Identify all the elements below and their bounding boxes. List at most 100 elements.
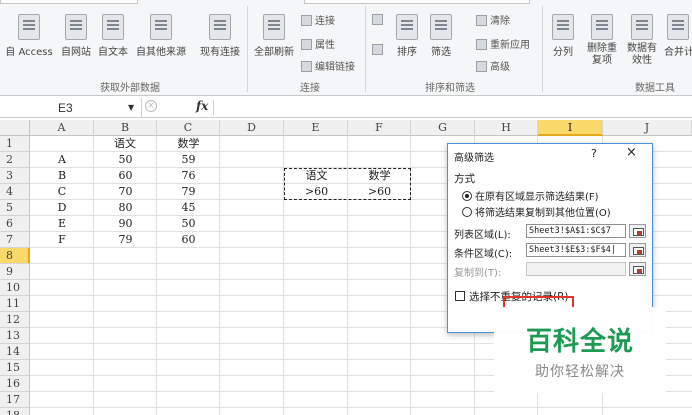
method-label: 方式 [454,173,475,185]
criteria-range-input[interactable]: Sheet3!$E$3:$F$4| [526,243,626,257]
column-header-B[interactable]: B [94,120,157,136]
clear-filter-button[interactable]: 清除 [476,12,510,27]
existing-connections-button[interactable]: 现有连接 [196,14,244,58]
column-header-A[interactable]: A [30,120,94,136]
row-header-15[interactable]: 15 [0,360,30,376]
column-header-H[interactable]: H [475,120,538,136]
from-web-button[interactable]: 自网站 [58,14,94,58]
criteria-range-label: 条件区域(C): [454,249,513,260]
cell-C1[interactable]: 数学 [157,136,220,152]
sort-az-button[interactable] [372,14,386,26]
column-header-D[interactable]: D [220,120,284,136]
properties-button[interactable]: 属性 [301,36,335,51]
cell-A7[interactable]: F [30,232,94,248]
help-icon[interactable]: ? [591,147,597,160]
column-header-C[interactable]: C [157,120,220,136]
cell-C6[interactable]: 50 [157,216,220,232]
advanced-filter-button[interactable]: 高级 [476,58,510,73]
column-header-J[interactable]: J [603,120,692,136]
cell-C2[interactable]: 59 [157,152,220,168]
row-header-14[interactable]: 14 [0,344,30,360]
group-divider [542,6,543,92]
list-range-input[interactable]: Sheet3!$A$1:$C$7 [526,224,626,238]
existing-connections-icon [209,14,231,40]
remove-duplicates-button[interactable]: 删除重复项 [582,14,622,67]
cell-B7[interactable]: 79 [94,232,157,248]
cell-C5[interactable]: 45 [157,200,220,216]
row-header-10[interactable]: 10 [0,280,30,296]
cell-B6[interactable]: 90 [94,216,157,232]
cell-A3[interactable]: B [30,168,94,184]
data-validation-button[interactable]: 数据有效性 [622,14,662,67]
chevron-down-icon[interactable]: ▼ [128,103,134,112]
from-other-sources-button[interactable]: 自其他来源 [132,14,190,58]
row-header-11[interactable]: 11 [0,296,30,312]
collapse-dialog-icon[interactable] [629,224,646,238]
cell-A5[interactable]: D [30,200,94,216]
column-header-F[interactable]: F [348,120,411,136]
reapply-filter-button[interactable]: 重新应用 [476,36,530,51]
cell-B4[interactable]: 70 [94,184,157,200]
row-header-13[interactable]: 13 [0,328,30,344]
select-all-corner[interactable] [0,120,30,136]
cancel-icon[interactable]: × [145,100,157,112]
radio-checked-icon[interactable] [462,191,472,201]
row-header-6[interactable]: 6 [0,216,30,232]
clear-filter-icon [476,15,487,26]
row-header-5[interactable]: 5 [0,200,30,216]
collapse-dialog-icon[interactable] [629,262,646,276]
text-file-icon [102,14,124,40]
cell-F4[interactable]: >60 [348,184,411,200]
row-header-1[interactable]: 1 [0,136,30,152]
consolidate-button[interactable]: 合并计 [664,14,692,58]
checkbox-icon[interactable] [455,291,465,301]
from-access-button[interactable]: 自 Access [2,14,56,58]
cell-E4[interactable]: >60 [285,184,348,200]
collapse-dialog-icon[interactable] [629,243,646,257]
properties-icon [301,39,312,50]
sort-button[interactable]: 排序 [392,14,422,58]
filter-button[interactable]: 筛选 [426,14,456,58]
group-label-data-tools: 数据工具 [635,83,675,94]
column-header-I[interactable]: I [538,120,603,136]
row-header-7[interactable]: 7 [0,232,30,248]
connections-button[interactable]: 连接 [301,12,335,27]
close-icon[interactable]: × [626,145,637,160]
insert-function-icon[interactable]: fx [196,99,208,113]
cell-C4[interactable]: 79 [157,184,220,200]
row-header-16[interactable]: 16 [0,376,30,392]
edit-links-button[interactable]: 编辑链接 [301,58,355,73]
copy-to-input[interactable] [526,262,626,276]
column-header-E[interactable]: E [284,120,348,136]
refresh-all-button[interactable]: 全部刷新 [252,14,296,58]
cell-F3[interactable]: 数学 [348,168,411,184]
cell-C7[interactable]: 60 [157,232,220,248]
cell-A4[interactable]: C [30,184,94,200]
row-header-12[interactable]: 12 [0,312,30,328]
column-header-G[interactable]: G [411,120,475,136]
cell-A2[interactable]: A [30,152,94,168]
name-box[interactable]: E3 [0,98,142,117]
row-header-4[interactable]: 4 [0,184,30,200]
group-label-sort-filter: 排序和筛选 [425,83,475,94]
radio-unchecked-icon[interactable] [462,207,472,217]
sort-za-button[interactable] [372,44,386,56]
cell-C3[interactable]: 76 [157,168,220,184]
row-header-2[interactable]: 2 [0,152,30,168]
row-header-9[interactable]: 9 [0,264,30,280]
row-header-3[interactable]: 3 [0,168,30,184]
row-header-8[interactable]: 8 [0,248,30,264]
dialog-title: 高级筛选 [454,153,494,164]
cell-B5[interactable]: 80 [94,200,157,216]
cell-B3[interactable]: 60 [94,168,157,184]
radio-copy-to-location[interactable]: 将筛选结果复制到其他位置(O) [462,204,611,219]
text-to-columns-button[interactable]: 分列 [548,14,578,58]
cell-B2[interactable]: 50 [94,152,157,168]
cell-B1[interactable]: 语文 [94,136,156,152]
row-header-17[interactable]: 17 [0,392,30,408]
row-header-18[interactable]: 18 [0,408,30,415]
from-text-button[interactable]: 自文本 [94,14,132,58]
radio-filter-in-place[interactable]: 在原有区域显示筛选结果(F) [462,188,599,203]
cell-E3[interactable]: 语文 [285,168,348,184]
cell-A6[interactable]: E [30,216,94,232]
